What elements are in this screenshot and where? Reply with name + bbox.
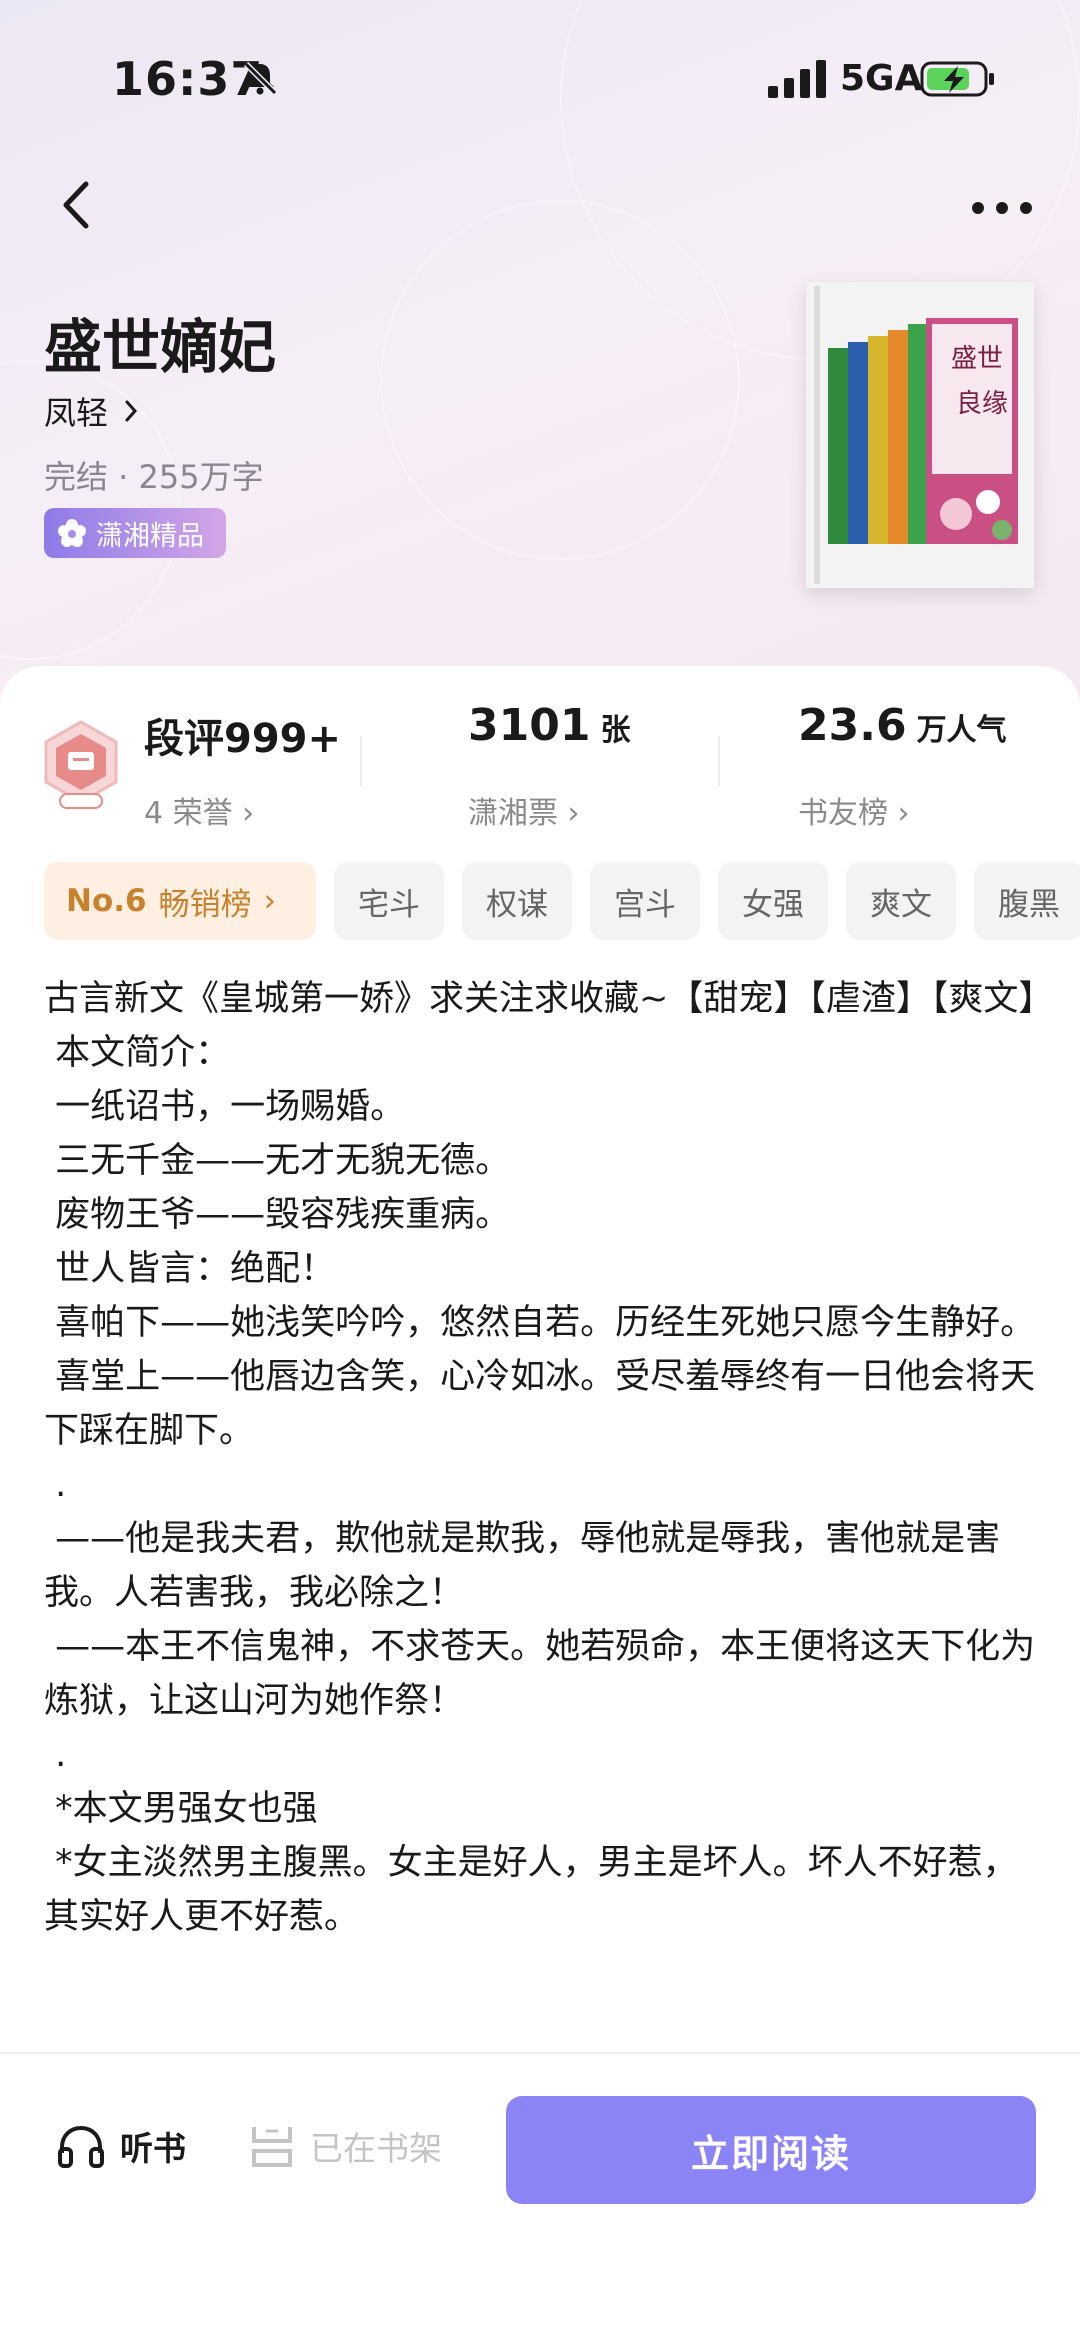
honor-link[interactable]: 4 荣誉 ›	[144, 788, 254, 832]
ticket-stat: 3101 张	[468, 700, 630, 751]
reader-rank-link[interactable]: 书友榜 ›	[798, 788, 910, 832]
rank-number: No.6	[66, 883, 147, 919]
on-shelf-label: 已在书架	[310, 2129, 442, 2168]
review-count: 段评999+	[144, 716, 342, 762]
premium-badge-label: 潇湘精品	[96, 520, 204, 552]
tag-chip[interactable]: 权谋	[462, 862, 572, 940]
flower-icon	[58, 519, 86, 547]
chevron-right-icon: ›	[242, 796, 255, 831]
honor-level-icon[interactable]	[40, 718, 122, 810]
author-name: 凤轻	[44, 394, 109, 432]
rank-label: 畅销榜	[158, 886, 252, 923]
description-line: 废物王爷——毁容残疾重病。	[44, 1195, 511, 1235]
tag-chip[interactable]: 女强	[718, 862, 828, 940]
chevron-right-icon	[125, 400, 138, 422]
headphones-icon	[58, 2125, 104, 2168]
popularity-unit: 万人气	[916, 713, 1007, 748]
tag-chip[interactable]: 宫斗	[590, 862, 700, 940]
description-line: 世人皆言：绝配！	[44, 1249, 336, 1289]
tag-chip[interactable]: 爽文	[846, 862, 956, 940]
description-line: .	[44, 1465, 67, 1505]
read-now-button[interactable]: 立即阅读	[506, 2096, 1036, 2204]
premium-badge: 潇湘精品	[44, 508, 226, 558]
bell-muted-icon	[243, 61, 278, 96]
tag-chip[interactable]: 宅斗	[334, 862, 444, 940]
description-line: .	[44, 1735, 67, 1775]
bottom-bar-divider	[0, 2052, 1080, 2054]
popularity-value: 23.6	[798, 700, 907, 751]
network-type: 5GA	[840, 58, 923, 99]
honor-label: 4 荣誉	[144, 796, 233, 831]
chevron-right-icon: ›	[897, 796, 910, 831]
description-line: *本文男强女也强	[44, 1789, 318, 1829]
author-link[interactable]: 凤轻	[44, 388, 138, 434]
bestseller-rank-chip[interactable]: No.6 畅销榜 ›	[44, 862, 316, 940]
chevron-right-icon: ›	[567, 796, 580, 831]
listen-label: 听书	[120, 2129, 186, 2168]
description-line: 本文简介：	[44, 1033, 231, 1073]
ticket-link[interactable]: 潇湘票 ›	[468, 788, 580, 832]
popularity-stat: 23.6 万人气	[798, 700, 1007, 751]
svg-text:良缘: 良缘	[956, 389, 1008, 419]
book-cover-image[interactable]: 盛世 良缘	[806, 282, 1034, 588]
reader-rank-label: 书友榜	[798, 796, 888, 831]
description-line: ——本王不信鬼神，不求苍天。她若殒命，本王便将这天下化为炼狱，让这山河为她作祭！	[44, 1627, 1036, 1721]
chevron-right-icon: ›	[263, 883, 276, 919]
description-line: 三无千金——无才无貌无德。	[44, 1141, 511, 1181]
ticket-unit: 张	[600, 713, 631, 748]
description-line: *女主淡然男主腹黑。女主是好人，男主是坏人。坏人不好惹，其实好人更不好惹。	[44, 1843, 1018, 1937]
ticket-count: 3101	[468, 700, 591, 751]
on-shelf-button[interactable]: 已在书架	[248, 2122, 442, 2170]
back-chevron-icon[interactable]	[56, 178, 96, 232]
status-bar: 16:37 5GA	[0, 0, 1080, 160]
description-line: 一纸诏书，一场赐婚。	[44, 1087, 406, 1127]
listen-button[interactable]: 听书	[56, 2122, 186, 2170]
description-line: ——他是我夫君，欺他就是欺我，辱他就是辱我，害他就是害我。人若害我，我必除之！	[44, 1519, 1001, 1613]
book-description[interactable]: 古言新文《皇城第一娇》求关注求收藏~【甜宠】【虐渣】【爽文】 本文简介： 一纸诏…	[44, 972, 1044, 2052]
ticket-label: 潇湘票	[468, 796, 558, 831]
battery-charging-icon	[920, 61, 994, 97]
tag-chip-row: No.6 畅销榜 › 宅斗 权谋 宫斗 女强 爽文 腹黑	[44, 862, 1080, 940]
description-line: 古言新文《皇城第一娇》求关注求收藏~【甜宠】【虐渣】【爽文】	[44, 979, 1044, 1019]
bookshelf-icon	[252, 2127, 292, 2167]
book-title: 盛世嫡妃	[44, 313, 277, 381]
stat-divider	[360, 736, 362, 786]
cellular-signal-icon	[768, 60, 826, 98]
book-status-wordcount: 完结 · 255万字	[44, 458, 264, 496]
more-options-icon[interactable]	[970, 200, 1034, 216]
description-line: 喜堂上——他唇边含笑，心冷如冰。受尽羞辱终有一日他会将天下踩在脚下。	[44, 1357, 1036, 1451]
description-line: 喜帕下——她浅笑吟吟，悠然自若。历经生死她只愿今生静好。	[44, 1303, 1036, 1343]
stat-divider	[718, 736, 720, 786]
cover-title-text: 盛世	[951, 344, 1003, 374]
tag-chip[interactable]: 腹黑	[974, 862, 1080, 940]
